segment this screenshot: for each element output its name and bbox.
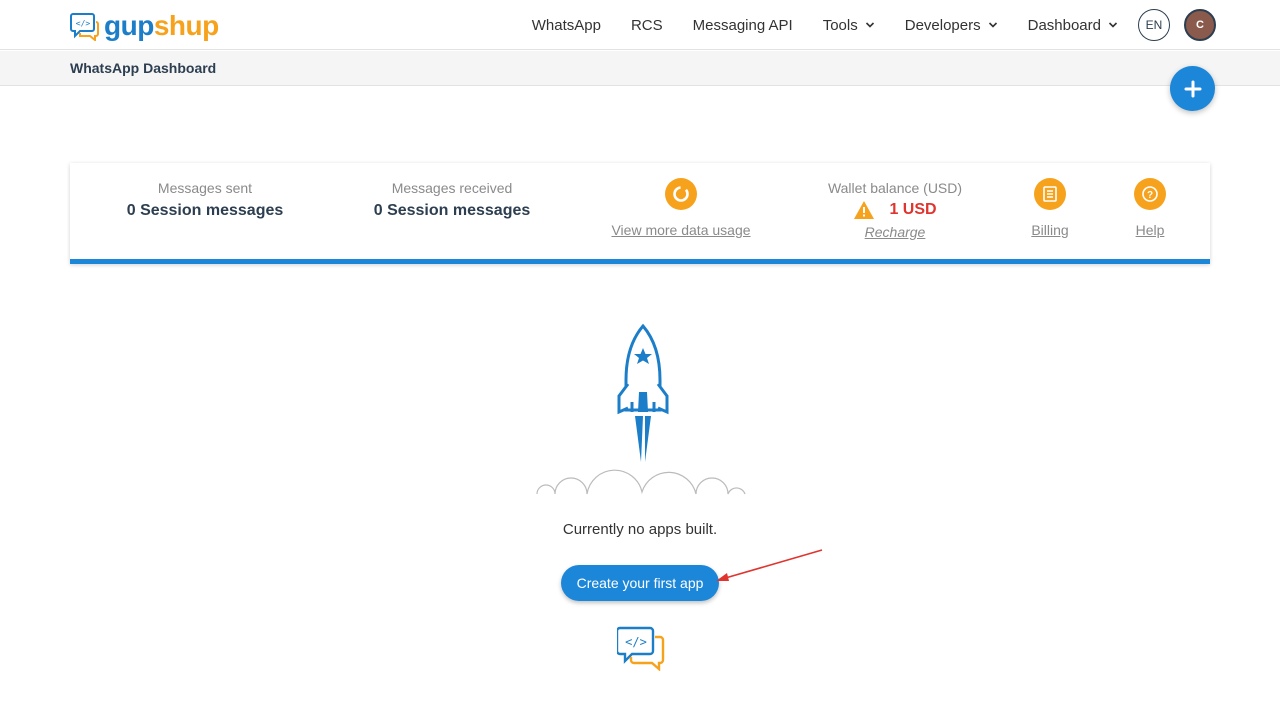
messages-sent-value: 0 Session messages — [126, 202, 284, 219]
help-stat: ? Help — [1110, 163, 1190, 240]
view-data-usage-link[interactable]: View more data usage — [611, 222, 750, 238]
nav-rcs[interactable]: RCS — [631, 17, 663, 34]
page-title: WhatsApp Dashboard — [70, 60, 217, 76]
svg-text:</>: </> — [625, 635, 647, 649]
billing-icon — [1034, 178, 1066, 210]
annotation-arrow-icon — [716, 549, 823, 581]
gupshup-logo-mark-icon: </> — [617, 626, 665, 671]
language-switcher[interactable]: EN — [1138, 9, 1170, 41]
recharge-link[interactable]: Recharge — [865, 224, 926, 240]
wallet-amount: 1 USD — [889, 201, 937, 218]
nav-tools[interactable]: Tools — [823, 17, 875, 34]
svg-text:?: ? — [1147, 190, 1153, 201]
messages-received-value: 0 Session messages — [373, 202, 531, 219]
top-navbar: </> gupshup WhatsApp RCS Messaging API T… — [0, 0, 1280, 50]
empty-state-message: Currently no apps built. — [562, 521, 718, 538]
chevron-down-icon — [865, 22, 874, 28]
wallet-balance-label: Wallet balance (USD) — [827, 180, 963, 196]
help-link[interactable]: Help — [1136, 222, 1165, 238]
logo-chat-icon: </> — [70, 13, 99, 41]
chevron-down-icon — [1108, 22, 1118, 28]
main-nav: WhatsApp RCS Messaging API Tools Develop… — [502, 0, 1216, 50]
gupshup-logo[interactable]: </> gupshup — [70, 10, 219, 42]
create-first-app-button[interactable]: Create your first app — [561, 565, 719, 601]
user-avatar[interactable]: C — [1184, 9, 1216, 41]
page-header-bar: WhatsApp Dashboard — [0, 51, 1280, 86]
plus-icon — [1184, 80, 1201, 97]
nav-developers[interactable]: Developers — [905, 17, 998, 34]
refresh-icon — [665, 178, 697, 210]
messages-received-label: Messages received — [391, 180, 513, 196]
logo-wordmark: gupshup — [104, 10, 219, 41]
nav-dashboard[interactable]: Dashboard — [1028, 17, 1118, 34]
billing-link[interactable]: Billing — [1031, 222, 1068, 238]
svg-text:</>: </> — [76, 19, 91, 28]
help-icon: ? — [1134, 178, 1166, 210]
nav-whatsapp[interactable]: WhatsApp — [532, 17, 601, 34]
usage-stats-card: Messages sent 0 Session messages Message… — [70, 163, 1210, 264]
add-button[interactable] — [1170, 66, 1215, 111]
warning-icon — [854, 201, 875, 219]
messages-received-stat: Messages received 0 Session messages — [352, 163, 552, 220]
messages-sent-stat: Messages sent 0 Session messages — [105, 163, 305, 220]
rocket-launch-illustration — [536, 323, 746, 495]
nav-messaging-api[interactable]: Messaging API — [693, 17, 793, 34]
messages-sent-label: Messages sent — [157, 180, 253, 196]
billing-stat: Billing — [1010, 163, 1090, 240]
chevron-down-icon — [988, 22, 997, 28]
wallet-balance-stat: Wallet balance (USD) 1 USD Recharge — [805, 163, 985, 242]
data-usage-stat: View more data usage — [591, 163, 771, 240]
